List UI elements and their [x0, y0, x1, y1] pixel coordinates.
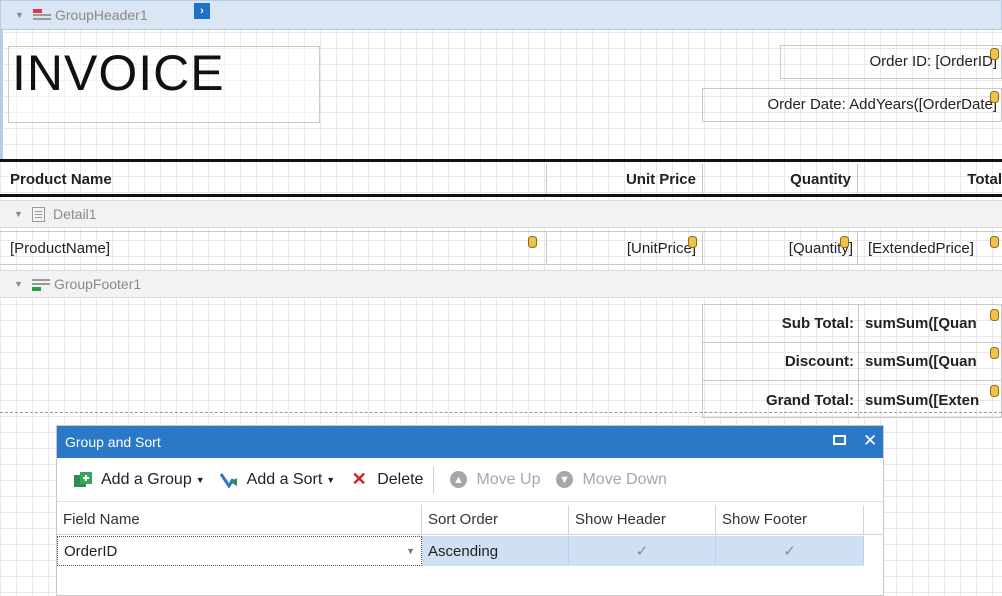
detail-band-label: Detail1 — [53, 206, 97, 222]
database-field-icon — [990, 347, 999, 359]
show-header-cell[interactable]: ✓ — [569, 536, 716, 566]
quantity-field[interactable]: [Quantity] — [703, 232, 858, 264]
order-date-field[interactable]: Order Date: AddYears([OrderDate] — [702, 88, 1002, 122]
order-id-field[interactable]: Order ID: [OrderID] — [780, 45, 1002, 79]
discount-value[interactable]: sumSum([Quan — [859, 343, 1002, 380]
detail-row: [ProductName] [UnitPrice] [Quantity] [Ex… — [0, 231, 1002, 265]
group-sort-row[interactable]: OrderID ▼ Ascending ✓ ✓ — [57, 536, 883, 566]
move-up-icon: ▲ — [448, 471, 468, 489]
database-field-icon — [528, 236, 537, 248]
extended-price-field[interactable]: [ExtendedPrice] — [858, 232, 1002, 264]
group-header-band-icon — [33, 8, 51, 22]
collapse-arrow-icon[interactable]: ▼ — [15, 10, 25, 20]
move-down-label: Move Down — [582, 470, 667, 488]
sub-total-row: Sub Total: sumSum([Quan — [703, 305, 1001, 343]
order-date-text: Order Date: AddYears([OrderDate] — [767, 96, 997, 113]
sub-total-value[interactable]: sumSum([Quan — [859, 305, 1002, 342]
maximize-icon[interactable] — [833, 433, 846, 449]
column-header-row: Product Name Unit Price Quantity Total — [0, 164, 1002, 194]
add-sort-icon — [219, 471, 239, 489]
delete-label: Delete — [377, 470, 424, 488]
add-sort-label: Add a Sort — [246, 470, 323, 488]
group-footer-band-label: GroupFooter1 — [54, 276, 142, 292]
quantity-header[interactable]: Quantity — [703, 164, 858, 194]
panel-title-bar[interactable]: Group and Sort ✕ — [57, 426, 883, 458]
checkmark-icon: ✓ — [783, 543, 796, 560]
panel-title: Group and Sort — [65, 434, 161, 450]
group-footer-band-bar[interactable]: ▼ GroupFooter1 — [0, 270, 1002, 298]
group-header-band-label: GroupHeader1 — [55, 7, 148, 23]
panel-toolbar: Add a Group ▼ Add a Sort ▼ ✕ Delete ▲ Mo… — [57, 458, 883, 502]
database-field-icon — [990, 48, 999, 60]
unit-price-header[interactable]: Unit Price — [547, 164, 703, 194]
group-header-band-bar[interactable]: ▼ GroupHeader1 — [0, 0, 1002, 30]
database-field-icon — [840, 236, 849, 248]
move-up-label: Move Up — [476, 470, 541, 488]
close-icon[interactable]: ✕ — [863, 431, 877, 451]
checkmark-icon: ✓ — [635, 543, 649, 560]
detail-band-icon — [32, 206, 45, 222]
move-up-button[interactable]: ▲ Move Up — [448, 471, 540, 489]
collapse-arrow-icon[interactable]: ▼ — [14, 209, 24, 219]
add-group-label: Add a Group — [101, 470, 192, 488]
database-field-icon — [688, 236, 697, 248]
field-name-value: OrderID — [64, 542, 118, 560]
show-footer-column-header[interactable]: Show Footer — [716, 505, 864, 534]
database-field-icon — [990, 309, 999, 321]
group-sort-grid-header: Field Name Sort Order Show Header Show F… — [57, 505, 883, 535]
header-top-rule — [0, 159, 1002, 162]
order-id-text: Order ID: [OrderID] — [869, 53, 997, 70]
sort-order-cell[interactable]: Ascending — [422, 536, 569, 566]
expand-arrow-icon[interactable]: › — [194, 3, 210, 19]
discount-row: Discount: sumSum([Quan — [703, 343, 1001, 381]
sort-order-column-header[interactable]: Sort Order — [422, 505, 569, 534]
database-field-icon — [990, 385, 999, 397]
sub-total-label[interactable]: Sub Total: — [703, 305, 859, 342]
total-header[interactable]: Total — [858, 164, 1002, 194]
grand-total-row: Grand Total: sumSum([Exten — [703, 381, 1001, 419]
dropdown-arrow-icon: ▼ — [326, 474, 336, 485]
add-group-icon — [73, 471, 93, 489]
show-header-column-header[interactable]: Show Header — [569, 505, 716, 534]
product-name-field[interactable]: [ProductName] — [0, 232, 547, 264]
add-group-button[interactable]: Add a Group ▼ — [73, 471, 205, 489]
move-down-icon: ▼ — [554, 471, 574, 489]
detail-band-bar[interactable]: ▼ Detail1 — [0, 200, 1002, 228]
move-down-button[interactable]: ▼ Move Down — [554, 470, 667, 489]
dropdown-arrow-icon: ▼ — [195, 474, 205, 485]
field-name-cell[interactable]: OrderID ▼ — [57, 536, 422, 566]
collapse-arrow-icon[interactable]: ▼ — [14, 279, 24, 289]
report-bottom-margin-line — [0, 412, 1002, 413]
toolbar-separator — [433, 465, 435, 494]
product-name-header[interactable]: Product Name — [0, 164, 547, 194]
totals-table: Sub Total: sumSum([Quan Discount: sumSum… — [702, 304, 1002, 419]
database-field-icon — [990, 236, 999, 248]
unit-price-field[interactable]: [UnitPrice] — [547, 232, 703, 264]
grand-total-value[interactable]: sumSum([Exten — [859, 381, 1002, 419]
discount-label[interactable]: Discount: — [703, 343, 859, 380]
grand-total-label[interactable]: Grand Total: — [703, 381, 859, 419]
field-name-column-header[interactable]: Field Name — [57, 505, 422, 534]
dropdown-arrow-icon[interactable]: ▼ — [406, 546, 415, 556]
database-field-icon — [990, 91, 999, 103]
header-bottom-rule — [0, 194, 1002, 197]
group-and-sort-panel: Group and Sort ✕ Add a Group ▼ Add a Sor… — [56, 425, 884, 596]
delete-button[interactable]: ✕ Delete — [349, 469, 424, 489]
show-footer-cell[interactable]: ✓ — [716, 536, 864, 566]
group-footer-band-icon — [32, 277, 50, 291]
delete-icon: ✕ — [351, 469, 367, 489]
invoice-title: INVOICE — [12, 45, 225, 101]
add-sort-button[interactable]: Add a Sort ▼ — [219, 470, 336, 489]
